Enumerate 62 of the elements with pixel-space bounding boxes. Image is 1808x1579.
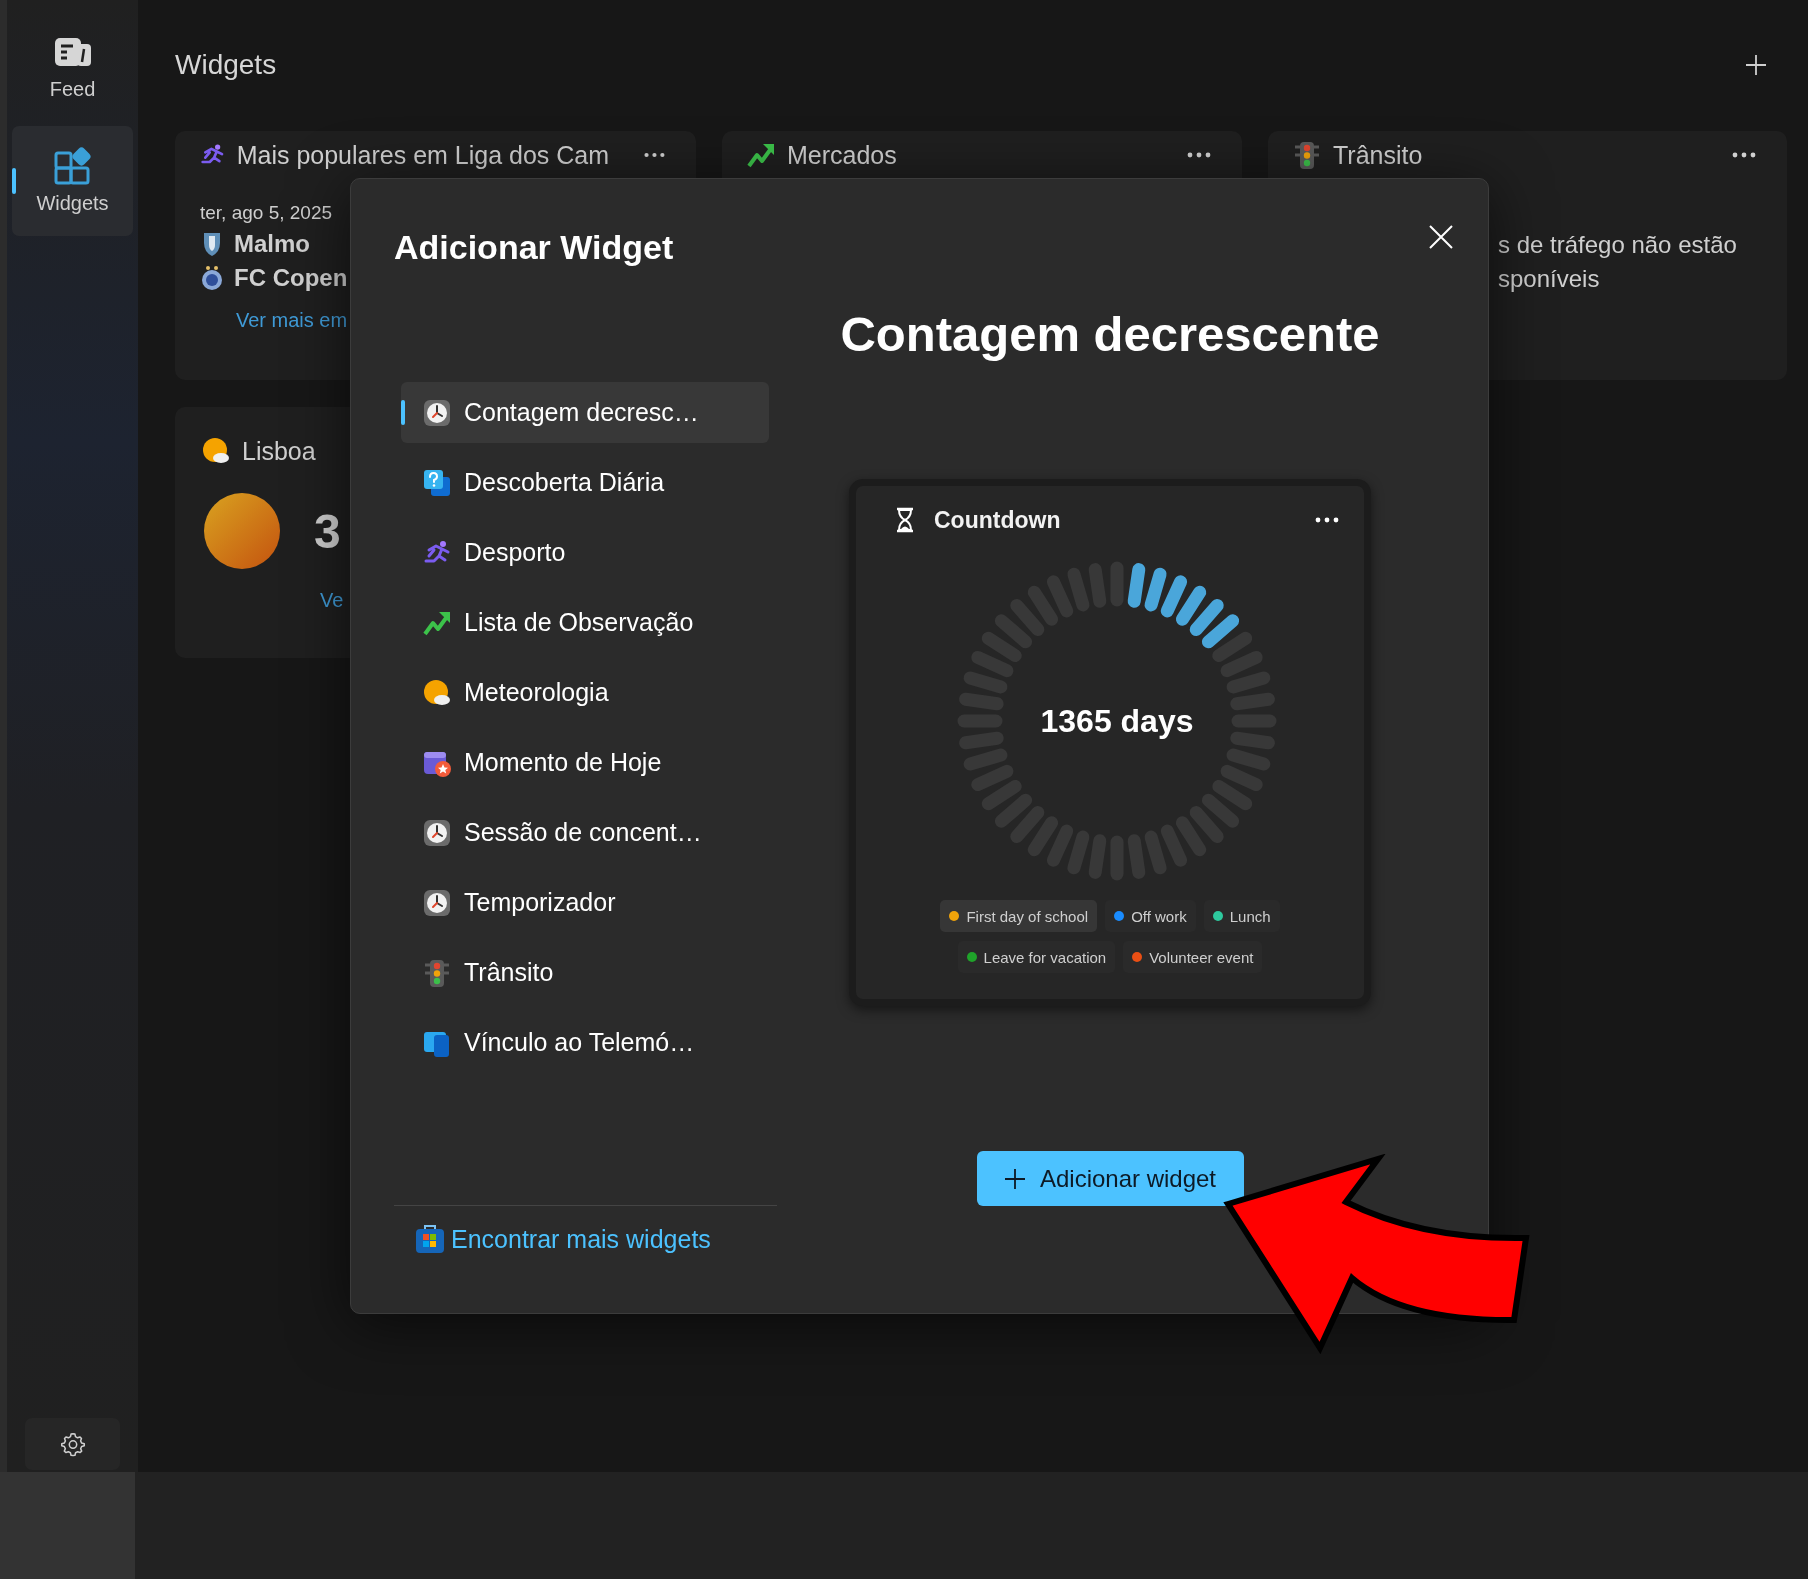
widget-title: Countdown (934, 506, 1061, 534)
widget-list-item[interactable]: Desporto (401, 522, 769, 583)
more-link[interactable]: Ve (320, 589, 344, 612)
traffic-light-icon (1293, 141, 1321, 169)
widget-list-item[interactable]: Temporizador (401, 872, 769, 933)
date-text: ter, ago 5, 2025 (200, 202, 333, 224)
clock-icon (423, 818, 451, 847)
sun-cloud-icon (423, 678, 451, 707)
event-chip[interactable]: Leave for vacation (957, 941, 1116, 973)
more-icon[interactable] (1314, 516, 1340, 524)
find-more-link[interactable]: Encontrar mais widgets (415, 1224, 777, 1254)
event-chip[interactable]: Lunch (1203, 900, 1280, 932)
widget-list-item[interactable]: Descoberta Diária (401, 452, 769, 513)
more-icon[interactable] (1186, 151, 1212, 159)
more-icon[interactable] (643, 151, 666, 159)
event-chip[interactable]: First day of school (940, 900, 1098, 932)
crest-icon (200, 265, 224, 291)
store-icon (415, 1224, 445, 1254)
widget-list-item[interactable]: Momento de Hoje (401, 732, 769, 793)
temperature: 3 (314, 503, 341, 559)
card-title: Mais populares em Liga dos Cam (236, 140, 610, 170)
hourglass-icon (894, 507, 916, 533)
status-message: s de tráfego não estão sponíveis (1498, 230, 1737, 294)
more-icon[interactable] (1731, 151, 1757, 159)
clock-icon (423, 888, 451, 917)
selection-indicator (12, 168, 16, 194)
close-icon[interactable] (1428, 224, 1454, 250)
widget-list-item[interactable]: Sessão de concent… (401, 802, 769, 863)
sun-icon (204, 493, 280, 569)
card-title: Trânsito (1333, 140, 1423, 170)
widget-list-item[interactable]: Contagem decresc… (401, 382, 769, 443)
add-widget-button[interactable]: Adicionar widget (976, 1151, 1244, 1206)
event-chip[interactable]: Volunteer event (1123, 941, 1263, 973)
countdown-value: 1365 days (1040, 702, 1194, 740)
selection-indicator (401, 400, 405, 425)
team-name: FC Copen (234, 264, 348, 292)
nav-label: Feed (49, 78, 96, 100)
more-link[interactable]: Ver mais em (236, 309, 348, 332)
card-title: Mercados (787, 140, 897, 170)
preview-heading: Contagem decrescente (840, 306, 1380, 363)
sun-cloud-icon (202, 437, 230, 465)
card-title: Lisboa (242, 436, 316, 466)
dialog-title: Adicionar Widget (394, 227, 675, 267)
nav-label: Widgets (36, 192, 109, 214)
widget-list-item[interactable]: Lista de Observação (401, 592, 769, 653)
nav-item[interactable]: Feed (12, 12, 133, 122)
clock-icon (423, 398, 451, 427)
trend-icon (747, 141, 775, 169)
plus-icon (1003, 1167, 1026, 1190)
add-icon[interactable] (1745, 54, 1767, 76)
widgets-icon (52, 146, 93, 186)
nav-item[interactable]: Widgets (12, 126, 133, 236)
settings-icon (59, 1431, 86, 1457)
settings-button[interactable] (25, 1418, 120, 1470)
traffic-light-icon (423, 958, 451, 987)
team-name: Malmo (234, 230, 310, 258)
page-title: Widgets (175, 49, 277, 81)
widget-list-item[interactable]: Trânsito (401, 942, 769, 1003)
widget-list-item[interactable]: Meteorologia (401, 662, 769, 723)
question-icon (423, 468, 451, 497)
widget-list-item[interactable]: Vínculo ao Telemó… (401, 1012, 769, 1073)
event-chip[interactable]: Off work (1105, 900, 1196, 932)
